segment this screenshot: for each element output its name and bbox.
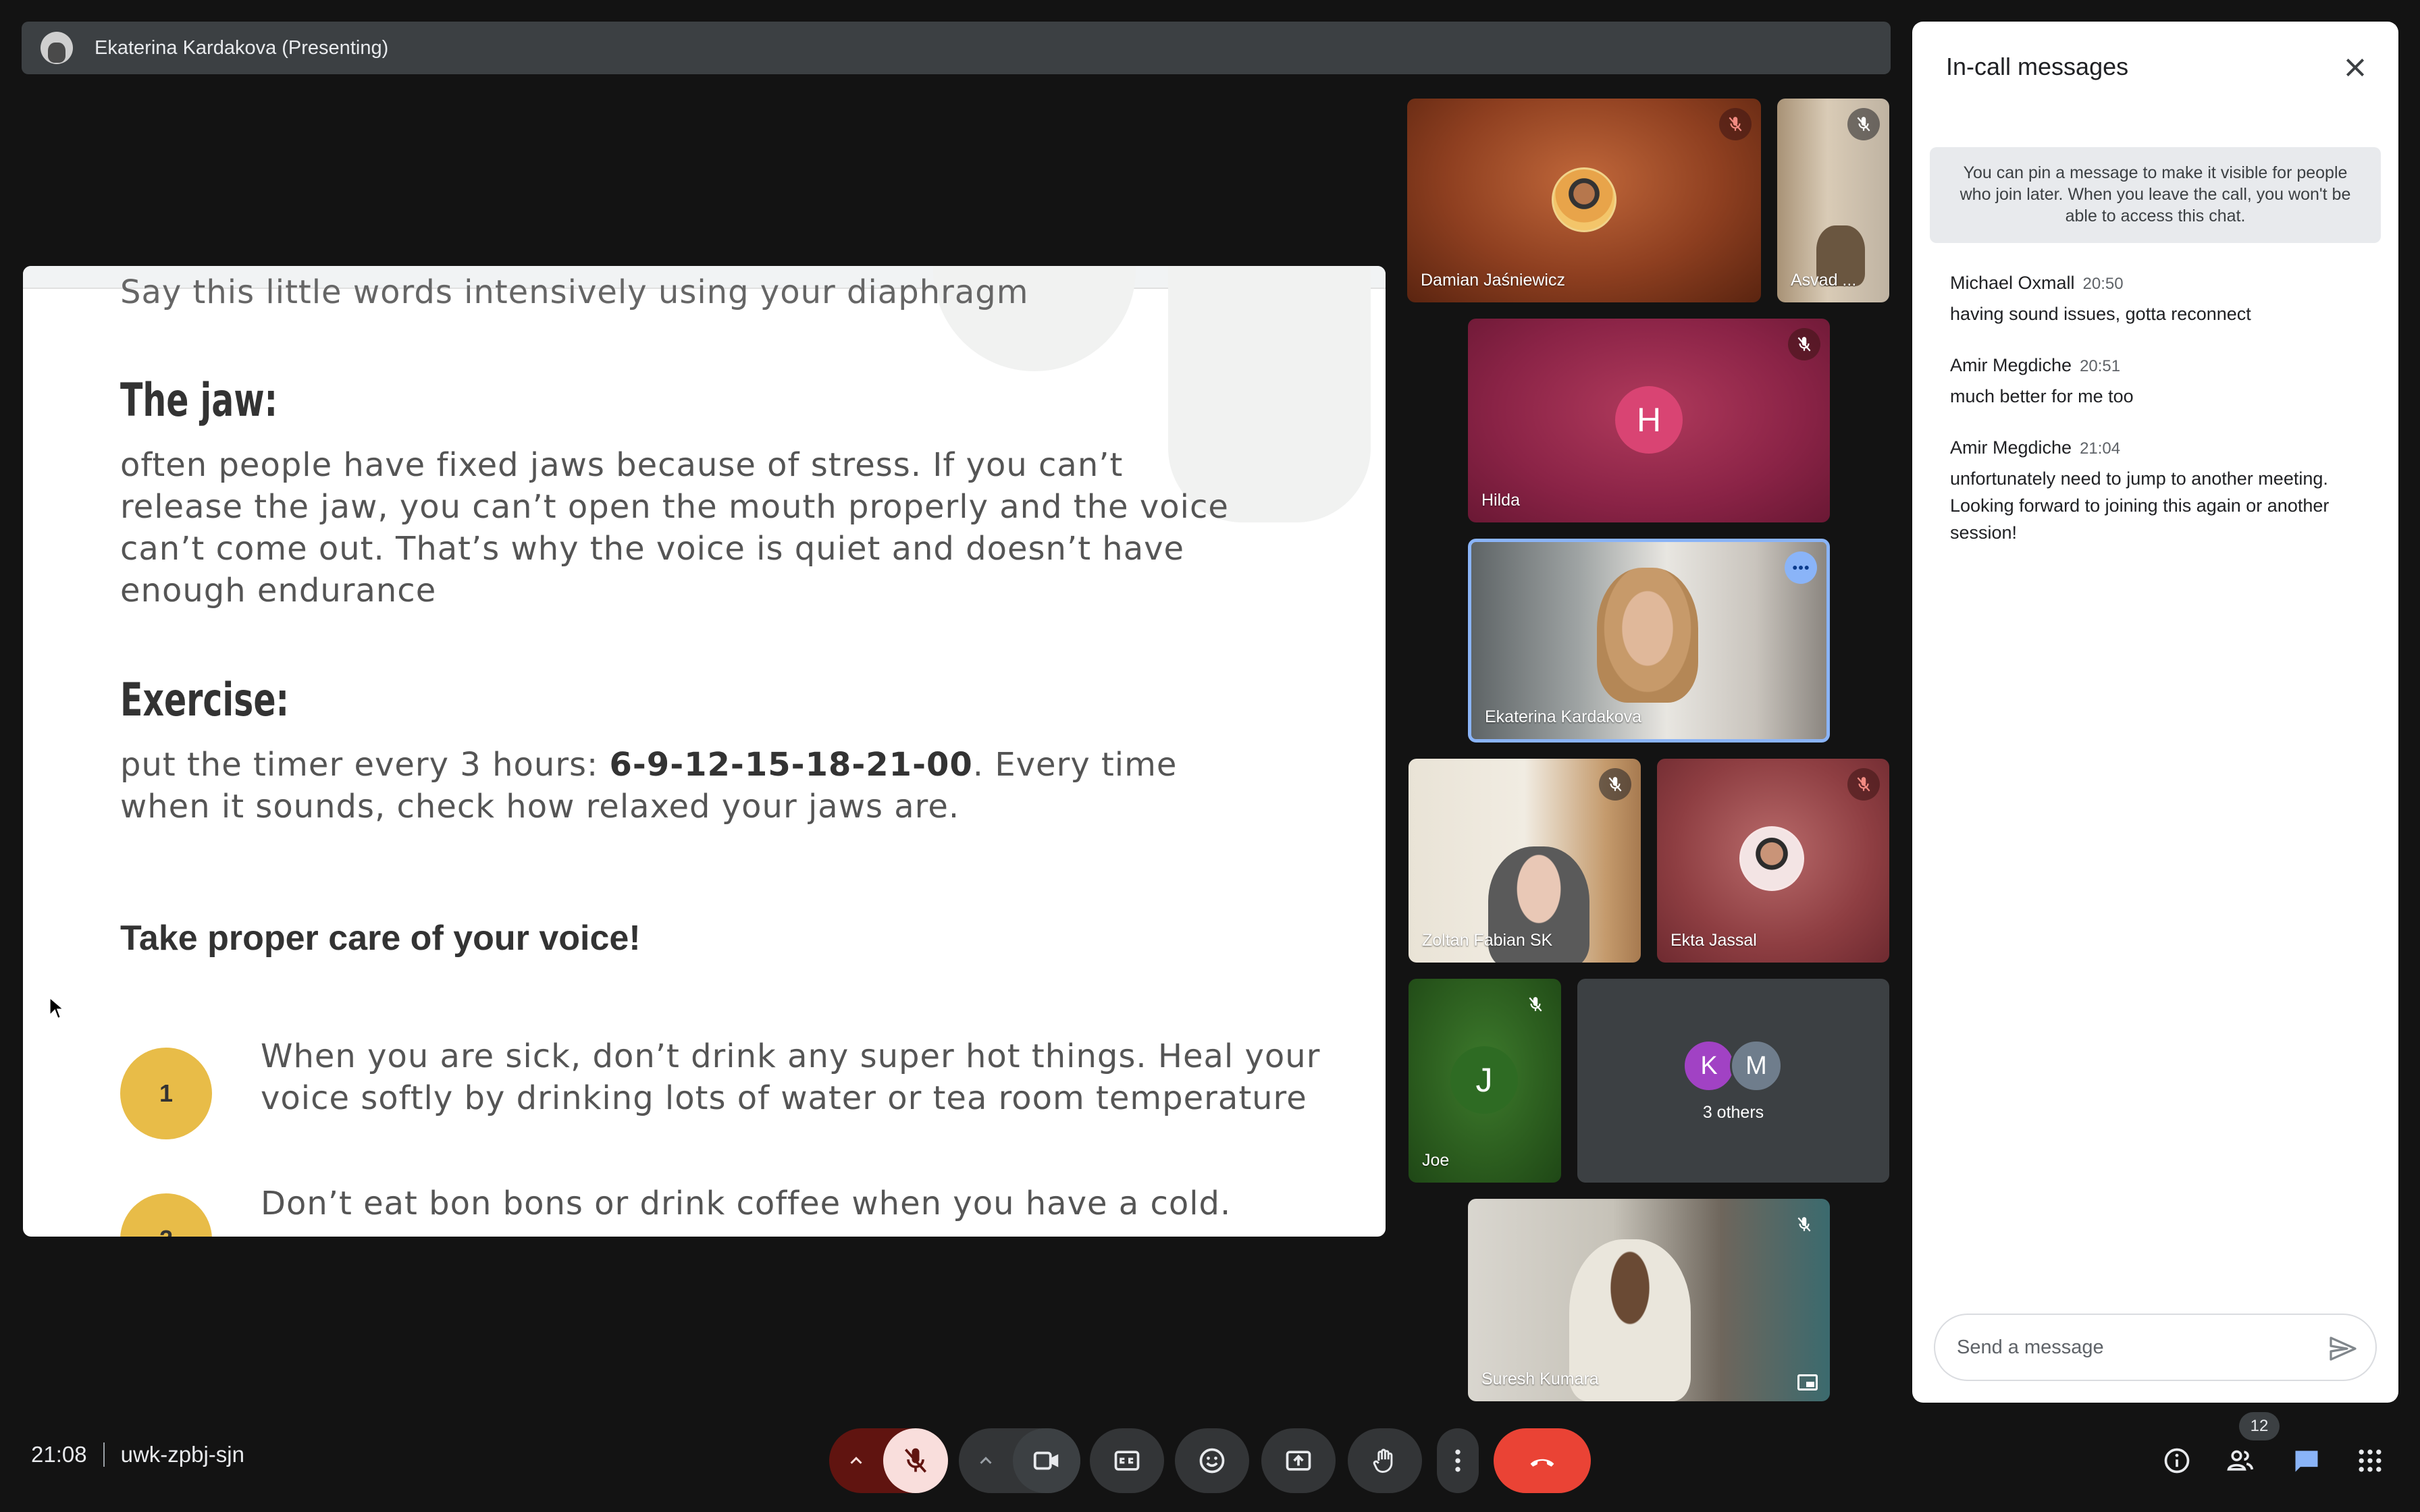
picture-in-picture-icon <box>1797 1374 1818 1390</box>
avatar <box>1739 826 1804 891</box>
captions-icon <box>1114 1451 1140 1471</box>
apps-icon[interactable] <box>2351 1442 2389 1480</box>
chat-message: Michael Oxmall 20:50 having sound issues,… <box>1950 273 2382 327</box>
participant-tile-joe[interactable]: J Joe <box>1409 979 1561 1183</box>
chat-message: Amir Megdiche 21:04 unfortunately need to… <box>1950 437 2382 546</box>
participant-tile-suresh[interactable]: Suresh Kumara <box>1468 1199 1830 1401</box>
participant-name: Hilda <box>1481 491 1520 510</box>
participant-name: Ekaterina Kardakova <box>1485 707 1642 726</box>
clock-time: 21:08 <box>31 1442 87 1467</box>
participant-video <box>1597 568 1698 703</box>
slide-cut-line: Say this little words intensively using … <box>120 273 1029 311</box>
participant-name: Ekta Jassal <box>1671 931 1757 950</box>
mic-off-icon <box>1847 108 1880 140</box>
mic-off-icon <box>1788 328 1820 360</box>
others-tile[interactable]: K M 3 others <box>1577 979 1889 1183</box>
mic-off-icon <box>1599 768 1631 801</box>
avatar: H <box>1615 386 1683 454</box>
message-sender: Amir Megdiche <box>1950 355 2072 375</box>
more-horiz-icon[interactable] <box>1785 551 1817 584</box>
chevron-up-icon[interactable] <box>829 1428 883 1493</box>
participant-name: Zoltan Fabian SK <box>1422 931 1553 950</box>
raise-hand-button[interactable] <box>1348 1428 1422 1493</box>
tip-text: Don’t eat bon bons or drink coffee when … <box>261 1185 1232 1222</box>
divider <box>103 1442 105 1467</box>
message-sender: Amir Megdiche <box>1950 437 2072 458</box>
avatar <box>1552 167 1616 232</box>
presenter-avatar <box>41 32 73 64</box>
shared-slide: Say this little words intensively using … <box>23 266 1386 1237</box>
participant-tile-hilda[interactable]: H Hilda <box>1468 319 1830 522</box>
more-vert-icon <box>1455 1449 1461 1472</box>
mic-off-icon <box>1519 988 1552 1021</box>
message-text: much better for me too <box>1950 386 2134 406</box>
avatar: J <box>1450 1046 1518 1114</box>
chat-message: Amir Megdiche 20:51 much better for me to… <box>1950 355 2382 410</box>
avatar: M <box>1730 1040 1783 1092</box>
mic-control-group <box>829 1428 948 1493</box>
present-button[interactable] <box>1261 1428 1336 1493</box>
exercise-times: 6-9-12-15-18-21-00 <box>609 746 973 784</box>
exercise-paragraph: put the timer every 3 hours: 6-9-12-15-1… <box>120 744 1201 828</box>
care-title: Take proper care of your voice! <box>120 919 641 958</box>
jaw-heading: The jaw: <box>120 374 278 427</box>
info-icon[interactable] <box>2158 1442 2196 1480</box>
participant-name: Suresh Kumara <box>1481 1370 1599 1388</box>
presenter-bar: Ekaterina Kardakova (Presenting) <box>22 22 1891 74</box>
participant-name: Asvad ... <box>1791 271 1857 290</box>
emoji-icon <box>1199 1448 1225 1474</box>
people-count-badge: 12 <box>2239 1412 2280 1440</box>
message-input-placeholder: Send a message <box>1957 1336 2104 1358</box>
video-icon[interactable] <box>1013 1428 1080 1493</box>
message-text: unfortunately need to jump to another me… <box>1950 468 2330 543</box>
reactions-button[interactable] <box>1175 1428 1249 1493</box>
chat-info-banner: You can pin a message to make it visible… <box>1930 147 2381 243</box>
others-label: 3 others <box>1702 1103 1764 1122</box>
chat-panel: In-call messages You can pin a message t… <box>1912 22 2398 1403</box>
jaw-paragraph: often people have fixed jaws because of … <box>120 446 1229 610</box>
participant-tile-damian[interactable]: Damian Jaśniewicz <box>1407 99 1761 302</box>
message-text: having sound issues, gotta reconnect <box>1950 304 2251 324</box>
meeting-code: uwk-zpbj-sjn <box>120 1442 244 1467</box>
mic-off-icon[interactable] <box>883 1428 948 1493</box>
close-icon[interactable] <box>2336 49 2374 86</box>
meeting-details: 21:08 uwk-zpbj-sjn <box>31 1442 244 1467</box>
end-call-icon <box>1530 1459 1554 1467</box>
participant-tile-asvad[interactable]: Asvad ... <box>1777 99 1889 302</box>
mic-off-icon <box>1847 768 1880 801</box>
mouse-cursor-icon <box>49 996 65 1020</box>
people-icon[interactable] <box>2221 1442 2259 1480</box>
send-icon[interactable] <box>2327 1332 2359 1365</box>
participant-name: Damian Jaśniewicz <box>1421 271 1565 290</box>
raise-hand-icon <box>1373 1449 1393 1473</box>
participant-tile-ekta[interactable]: Ekta Jassal <box>1657 759 1889 963</box>
avatar: K <box>1683 1040 1735 1092</box>
chevron-up-icon[interactable] <box>959 1428 1013 1493</box>
present-icon <box>1286 1451 1311 1471</box>
more-options-button[interactable] <box>1437 1428 1479 1493</box>
tip-number-circle: 2 <box>120 1193 212 1237</box>
message-input[interactable]: Send a message <box>1934 1314 2377 1381</box>
message-time: 21:04 <box>2080 439 2121 458</box>
chat-icon[interactable] <box>2288 1442 2325 1480</box>
tip-text: When you are sick, don’t drink any super… <box>261 1037 1321 1117</box>
participant-tile-ekaterina[interactable]: Ekaterina Kardakova <box>1468 539 1830 742</box>
participant-tile-zoltan[interactable]: Zoltan Fabian SK <box>1409 759 1641 963</box>
participant-name: Joe <box>1422 1151 1450 1170</box>
message-time: 20:50 <box>2082 275 2124 293</box>
presenter-label: Ekaterina Kardakova (Presenting) <box>95 36 389 59</box>
end-call-button[interactable] <box>1494 1428 1591 1493</box>
exercise-heading: Exercise: <box>120 674 290 727</box>
captions-button[interactable] <box>1090 1428 1164 1493</box>
message-time: 20:51 <box>2080 357 2121 375</box>
camera-control-group <box>959 1428 1080 1493</box>
message-sender: Michael Oxmall <box>1950 273 2075 293</box>
mic-off-icon <box>1719 108 1752 140</box>
mic-off-icon <box>1788 1208 1820 1241</box>
exercise-pre: put the timer every 3 hours: <box>120 746 610 784</box>
chat-title: In-call messages <box>1946 53 2129 80</box>
tip-number-circle: 1 <box>120 1048 212 1139</box>
